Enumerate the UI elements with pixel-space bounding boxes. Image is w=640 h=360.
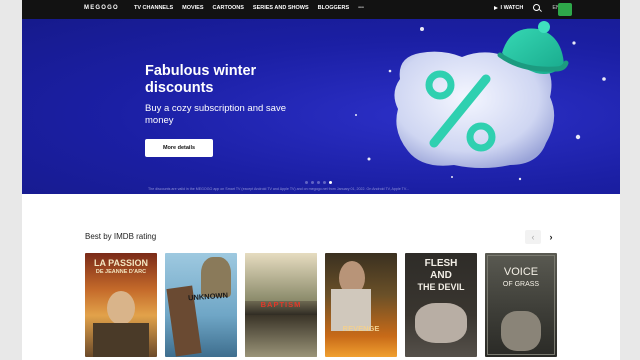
poster-title: FLESH [424,258,458,269]
poster-figures [93,323,149,357]
banner-disclaimer: The discounts are valid in the MEGOGO ap… [148,187,409,191]
poster-unknown[interactable]: UNKNOWN [165,253,237,357]
prev-arrow-button[interactable]: ‹ [525,230,541,244]
poster-reflection [245,315,317,357]
section-title: Best by IMDB rating [85,232,157,241]
top-nav: MEGOGO TV CHANNELS MOVIES CARTOONS SERIE… [22,0,620,19]
nav-menu: TV CHANNELS MOVIES CARTOONS SERIES AND S… [134,5,373,11]
nav-right: I WATCH EN [493,4,560,11]
poster-row: LA PASSION DE JEANNE D'ARC UNKNOWN BAPTI… [85,253,557,357]
poster-la-passion[interactable]: LA PASSION DE JEANNE D'ARC [85,253,157,357]
carousel-dot[interactable] [311,181,314,184]
avatar[interactable] [558,3,572,16]
poster-title: BAPTISM [260,300,302,309]
poster-subtitle: DE JEANNE D'ARC [95,269,147,275]
nav-tv-channels[interactable]: TV CHANNELS [134,5,173,11]
nav-cartoons[interactable]: CARTOONS [213,5,244,11]
poster-title: LA PASSION [93,258,148,268]
carousel-arrows: ‹ › [525,230,559,244]
poster-flesh-and-the-devil[interactable]: FLESH AND THE DEVIL [405,253,477,357]
nav-series-and-shows[interactable]: SERIES AND SHOWS [253,5,309,11]
carousel-dot[interactable] [317,181,320,184]
app-frame: MEGOGO TV CHANNELS MOVIES CARTOONS SERIE… [22,0,620,360]
poster-title: VOICE [503,266,539,278]
play-icon [493,5,498,10]
poster-title: UNKNOWN [187,290,229,303]
carousel-dot[interactable] [323,181,326,184]
more-details-button[interactable]: More details [145,139,213,157]
carousel-dot-active[interactable] [329,181,332,184]
poster-figures [501,311,541,351]
search-icon[interactable] [533,4,541,11]
poster-revenge[interactable]: REVENGE [325,253,397,357]
banner-headline: Fabulous winter discounts [145,63,257,96]
i-watch-button[interactable]: I WATCH [493,4,524,11]
poster-subtitle: OF GRASS [502,281,540,288]
i-watch-label: I WATCH [500,4,524,11]
carousel-dots [305,181,332,184]
next-arrow-button[interactable]: › [543,230,559,244]
poster-title-devil: THE DEVIL [417,282,465,292]
poster-sky [245,253,317,301]
nav-movies[interactable]: MOVIES [182,5,203,11]
carousel-dot[interactable] [305,181,308,184]
snow-percent-illustration [355,21,606,181]
poster-couple [415,303,467,343]
poster-baptism[interactable]: BAPTISM [245,253,317,357]
logo[interactable]: MEGOGO [84,5,119,11]
nav-bloggers[interactable]: BLOGGERS [318,5,349,11]
poster-title-and: AND [430,270,452,281]
poster-title: REVENGE [342,324,380,333]
poster-face [107,291,135,325]
nav-more-button[interactable]: ••• [358,5,364,11]
banner-subline: Buy a cozy subscription and save money [145,103,286,126]
promo-banner[interactable]: Fabulous winter discounts Buy a cozy sub… [22,19,620,194]
poster-voice-of-grass[interactable]: VOICE OF GRASS [485,253,557,357]
